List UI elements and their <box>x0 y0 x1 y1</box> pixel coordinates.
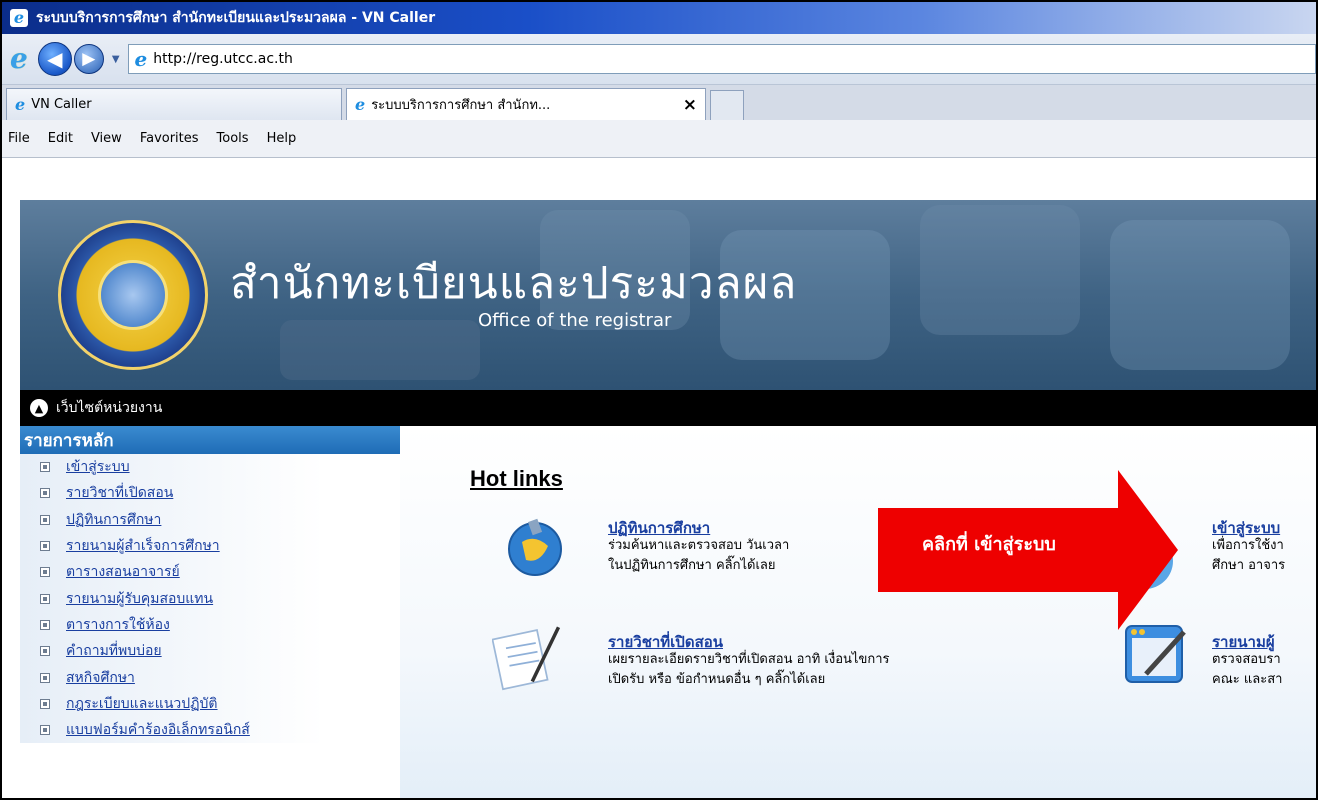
menu-file[interactable]: File <box>8 131 30 146</box>
sidebar-item: ตารางการใช้ห้อง <box>40 612 400 638</box>
address-toolbar: e ◀ ▶ ▼ e http://reg.utcc.ac.th <box>2 34 1316 84</box>
title-bar: e ระบบบริการการศึกษา สำนักทะเบียนและประม… <box>2 2 1316 34</box>
tab-label: ระบบบริการการศึกษา สำนักท... <box>371 98 551 113</box>
hotlink-courses-desc-line2: เปิดรับ หรือ ข้อกำหนดอื่น ๆ คลิ๊กได้เลย <box>608 672 826 687</box>
sidebar-link-graduates[interactable]: รายนามผู้สำเร็จการศึกษา <box>66 535 220 557</box>
address-url[interactable]: http://reg.utcc.ac.th <box>153 51 293 67</box>
bullet-icon <box>40 698 50 709</box>
site-banner: สำนักทะเบียนและประมวลผล Office of the re… <box>20 200 1316 390</box>
close-tab-icon[interactable]: × <box>683 95 697 115</box>
sidebar-list: เข้าสู่ระบบ รายวิชาที่เปิดสอน ปฏิทินการศ… <box>20 454 400 744</box>
bullet-icon <box>40 725 50 736</box>
window-pen-icon <box>1125 625 1186 683</box>
university-seal-logo <box>58 220 208 370</box>
sidebar-link-teaching-schedule[interactable]: ตารางสอนอาจารย์ <box>66 561 180 583</box>
sidebar-link-room-schedule[interactable]: ตารางการใช้ห้อง <box>66 614 170 636</box>
bullet-icon <box>40 514 50 525</box>
hotlink-calendar-desc-line2: ในปฏิทินการศึกษา คลิ๊กได้เลย <box>608 558 776 573</box>
hotlink-courses-desc-line1: เผยรายละเอียดรายวิชาที่เปิดสอน อาทิ เงื่… <box>608 652 890 667</box>
menu-view[interactable]: View <box>91 131 122 146</box>
hotlink-calendar-desc-line1: ร่วมค้นหาและตรวจสอบ วันเวลา <box>608 538 790 553</box>
menu-bar: File Edit View Favorites Tools Help <box>2 120 1316 158</box>
sidebar-link-courses[interactable]: รายวิชาที่เปิดสอน <box>66 482 173 504</box>
bullet-icon <box>40 541 50 552</box>
sidebar-item: รายนามผู้รับคุมสอบแทน <box>40 585 400 611</box>
tab-vn-caller[interactable]: e VN Caller <box>6 88 342 120</box>
sidebar-link-proctors[interactable]: รายนามผู้รับคุมสอบแทน <box>66 588 213 610</box>
calendar-globe-icon <box>508 518 562 576</box>
tab-label: VN Caller <box>31 97 92 112</box>
sidebar-link-regulations[interactable]: กฎระเบียบและแนวปฏิบัติ <box>66 693 218 715</box>
hotlink-graduates-desc-line1: ตรวจสอบรา <box>1212 652 1281 667</box>
bullet-icon <box>40 646 50 657</box>
agency-website-link[interactable]: เว็บไซต์หน่วยงาน <box>56 397 162 419</box>
sidebar-link-calendar[interactable]: ปฏิทินการศึกษา <box>66 509 161 531</box>
tab-ie-icon: e <box>355 95 366 114</box>
arrow-up-circle-icon: ▲ <box>30 399 48 417</box>
address-bar[interactable]: e http://reg.utcc.ac.th <box>127 44 1316 74</box>
page-ie-icon: e <box>134 47 148 71</box>
tab-registrar[interactable]: e ระบบบริการการศึกษา สำนักท... × <box>346 88 706 120</box>
ie-logo-icon: e <box>10 42 28 75</box>
hotlinks-content: Hot links ปฏิทินการศึกษา ร่วมค้นหาและตรว… <box>400 426 1316 798</box>
sidebar-item: แบบฟอร์มคำร้องอิเล็กทรอนิกส์ <box>40 717 400 743</box>
bullet-icon <box>40 488 50 499</box>
bullet-icon <box>40 619 50 630</box>
sidebar-item: ปฏิทินการศึกษา <box>40 507 400 533</box>
tab-strip: e VN Caller e ระบบบริการการศึกษา สำนักท.… <box>2 84 1316 120</box>
sidebar-link-faq[interactable]: คำถามที่พบบ่อย <box>66 640 162 662</box>
menu-edit[interactable]: Edit <box>48 131 73 146</box>
hotlink-graduates-desc-line2: คณะ และสา <box>1212 672 1283 687</box>
sidebar-link-login[interactable]: เข้าสู่ระบบ <box>66 456 130 478</box>
window-title: ระบบบริการการศึกษา สำนักทะเบียนและประมวล… <box>36 10 436 26</box>
hotlink-login-desc-line2: ศึกษา อาจาร <box>1212 558 1286 573</box>
bullet-icon <box>40 593 50 604</box>
back-button[interactable]: ◀ <box>37 42 72 76</box>
top-nav-bar: ▲ เว็บไซต์หน่วยงาน <box>20 390 1316 426</box>
banner-thai-title: สำนักทะเบียนและประมวลผล <box>230 258 798 309</box>
callout-text: คลิกที่ เข้าสู่ระบบ <box>922 534 1056 555</box>
sidebar-item: ตารางสอนอาจารย์ <box>40 559 400 585</box>
menu-help[interactable]: Help <box>267 131 297 146</box>
sidebar-item: รายวิชาที่เปิดสอน <box>40 480 400 506</box>
sidebar-item: กฎระเบียบและแนวปฏิบัติ <box>40 691 400 717</box>
browser-window: e ระบบบริการการศึกษา สำนักทะเบียนและประม… <box>0 0 1318 800</box>
recent-pages-caret-icon[interactable]: ▼ <box>112 54 120 65</box>
tab-ie-icon: e <box>15 95 26 114</box>
sidebar-link-coop[interactable]: สหกิจศึกษา <box>66 667 135 689</box>
bullet-icon <box>40 462 50 473</box>
sidebar-link-eforms[interactable]: แบบฟอร์มคำร้องอิเล็กทรอนิกส์ <box>66 719 250 741</box>
sidebar-item: สหกิจศึกษา <box>40 664 400 690</box>
bullet-icon <box>40 672 50 683</box>
bullet-icon <box>40 567 50 578</box>
hotlinks-heading: Hot links <box>470 466 563 491</box>
sidebar-item: คำถามที่พบบ่อย <box>40 638 400 664</box>
sidebar-item: เข้าสู่ระบบ <box>40 454 400 480</box>
forward-button[interactable]: ▶ <box>73 44 104 74</box>
sidebar-item: รายนามผู้สำเร็จการศึกษา <box>40 533 400 559</box>
ie-icon: e <box>10 9 28 27</box>
menu-favorites[interactable]: Favorites <box>140 131 199 146</box>
main-menu-sidebar: รายการหลัก เข้าสู่ระบบ รายวิชาที่เปิดสอน… <box>20 426 400 798</box>
banner-english-title: Office of the registrar <box>478 310 672 331</box>
document-pen-icon <box>492 626 561 691</box>
menu-tools[interactable]: Tools <box>217 131 249 146</box>
new-tab-button[interactable] <box>710 90 744 120</box>
hotlink-login-desc-line1: เพื่อการใช้งา <box>1212 538 1284 553</box>
sidebar-header: รายการหลัก <box>20 426 400 454</box>
